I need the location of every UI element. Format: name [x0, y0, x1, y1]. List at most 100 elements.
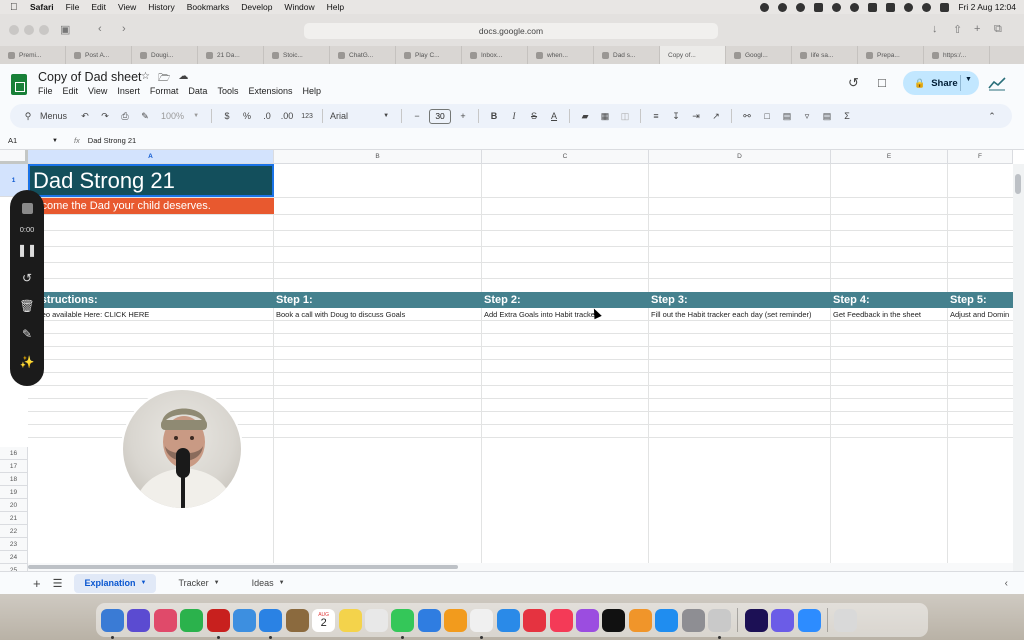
vertical-align-icon[interactable]: ↧	[668, 104, 684, 128]
font-size-increase-icon[interactable]: +	[455, 104, 471, 128]
text-rotation-icon[interactable]: ↗	[708, 104, 724, 128]
insert-link-icon[interactable]: ⚯	[739, 104, 755, 128]
app-store-icon[interactable]	[655, 608, 679, 632]
row-header[interactable]: 19	[0, 486, 28, 499]
pause-icon[interactable]: ❚❚	[10, 236, 44, 264]
books-icon[interactable]	[628, 608, 652, 632]
borders-icon[interactable]: ▦	[597, 104, 613, 128]
address-bar[interactable]: docs.google.com	[304, 23, 718, 39]
sidebar-icon[interactable]: ▣	[60, 23, 70, 36]
row-header[interactable]: 16	[0, 447, 28, 460]
column-header-c[interactable]: C	[482, 150, 649, 164]
messages-icon[interactable]	[391, 608, 415, 639]
safari-icon[interactable]	[259, 608, 283, 639]
menu-bookmarks[interactable]: Bookmarks	[187, 2, 230, 12]
undo-icon[interactable]: ↶	[77, 104, 93, 128]
cell-a2-subtitle[interactable]: Become the Dad your child deserves.	[28, 198, 274, 214]
collapse-toolbar-icon[interactable]: ⌃	[984, 104, 1000, 128]
minimize-window-button[interactable]	[24, 25, 34, 35]
share-page-icon[interactable]: ⇧	[953, 23, 962, 36]
download-icon[interactable]: ↓	[932, 23, 938, 35]
italic-icon[interactable]: I	[506, 104, 522, 128]
browser-tab[interactable]: life sa...	[792, 46, 858, 64]
menu-data[interactable]: Data	[188, 86, 207, 96]
comments-icon[interactable]: □	[878, 75, 886, 90]
search-menus-label[interactable]: Menus	[40, 104, 67, 128]
column-header-f[interactable]: F	[948, 150, 1013, 164]
browser-tab[interactable]: when...	[528, 46, 594, 64]
close-window-button[interactable]	[9, 25, 19, 35]
news-icon[interactable]	[523, 608, 547, 632]
menu-help[interactable]: Help	[327, 2, 344, 12]
spreadsheet-grid[interactable]: A B C D E F 1 16 17 18 19 20 21 22 23 24…	[0, 150, 1024, 571]
share-dropdown-icon[interactable]: ▼	[965, 76, 972, 83]
loom-icon[interactable]	[771, 608, 795, 632]
finder-icon[interactable]	[101, 608, 124, 639]
horizontal-scrollbar[interactable]	[28, 563, 1013, 571]
browser-tab[interactable]: Prepa...	[858, 46, 924, 64]
font-dropdown-icon[interactable]: ▼	[378, 104, 394, 128]
status-play-icon[interactable]	[832, 2, 842, 12]
apple-icon[interactable]: 	[10, 2, 22, 13]
print-icon[interactable]: ⎙	[117, 104, 133, 128]
filter-icon[interactable]: ▿	[799, 104, 815, 128]
vertical-scrollbar[interactable]	[1013, 164, 1024, 571]
calendar-icon[interactable]: AUG 2	[312, 608, 336, 632]
new-tab-icon[interactable]: +	[974, 23, 980, 35]
column-header-a[interactable]: A	[28, 150, 274, 164]
facetime-icon[interactable]	[180, 608, 204, 632]
share-button[interactable]: 🔒 Share ▼	[903, 71, 979, 95]
stop-recording-button[interactable]	[10, 194, 44, 222]
chevron-down-icon[interactable]: ▼	[279, 580, 285, 586]
row-header[interactable]: 21	[0, 512, 28, 525]
decrease-decimal-button[interactable]: .0	[259, 104, 275, 128]
text-wrap-icon[interactable]: ⇥	[688, 104, 704, 128]
strikethrough-icon[interactable]: S	[526, 104, 542, 128]
paint-format-icon[interactable]: ✎	[137, 104, 153, 128]
search-menus-icon[interactable]: ⚲	[20, 104, 36, 128]
whatsapp-icon[interactable]	[707, 608, 731, 639]
account-avatar-icon[interactable]	[988, 75, 1006, 91]
status-grid-icon[interactable]	[814, 2, 824, 12]
chevron-down-icon[interactable]: ▼	[214, 580, 220, 586]
restart-icon[interactable]: ↺	[10, 264, 44, 292]
menu-view[interactable]: View	[88, 86, 107, 96]
menu-insert[interactable]: Insert	[117, 86, 140, 96]
zoom-window-button[interactable]	[39, 25, 49, 35]
premiere-icon[interactable]	[744, 608, 768, 632]
cell-step4-header[interactable]: Step 4:	[833, 292, 946, 308]
system-settings-icon[interactable]	[681, 608, 705, 632]
back-icon[interactable]: ‹	[98, 23, 102, 35]
cell-step2-header[interactable]: Step 2:	[484, 292, 647, 308]
menu-file[interactable]: File	[38, 86, 53, 96]
row-header[interactable]: 25	[0, 564, 28, 571]
browser-tab[interactable]: Inbox...	[462, 46, 528, 64]
cell-instructions-header[interactable]: Instructions:	[31, 292, 271, 308]
horizontal-align-icon[interactable]: ≡	[648, 104, 664, 128]
freeform-icon[interactable]	[364, 608, 388, 632]
row-header[interactable]: 22	[0, 525, 28, 538]
font-select[interactable]: Arial	[330, 104, 374, 128]
zoom-select[interactable]: 100%	[161, 104, 184, 128]
vertical-scroll-thumb[interactable]	[1015, 174, 1021, 194]
status-battery-icon[interactable]	[886, 2, 896, 12]
cell-step5-text[interactable]: Adjust and Domin	[950, 308, 1013, 320]
cell-step1-header[interactable]: Step 1:	[276, 292, 480, 308]
side-panel-toggle-icon[interactable]: ‹	[1005, 578, 1008, 589]
mail-icon[interactable]	[232, 608, 256, 632]
menubar-clock[interactable]: Fri 2 Aug 12:04	[958, 2, 1016, 12]
acrobat-icon[interactable]	[206, 608, 230, 639]
menu-window[interactable]: Window	[284, 2, 314, 12]
formula-input[interactable]: Dad Strong 21	[88, 136, 136, 145]
status-app-icon[interactable]	[760, 2, 770, 12]
version-history-icon[interactable]: ↺	[848, 75, 859, 91]
tv-icon[interactable]	[602, 608, 626, 632]
siri-icon[interactable]	[127, 608, 151, 632]
browser-tab-active[interactable]: Copy of...	[660, 46, 726, 64]
name-box[interactable]: A1	[0, 136, 52, 145]
forward-icon[interactable]: ›	[122, 23, 126, 35]
chrome-icon[interactable]	[470, 608, 494, 639]
cell-step3-text[interactable]: Fill out the Habit tracker each day (set…	[651, 308, 829, 320]
pages-icon[interactable]	[444, 608, 468, 632]
menu-edit[interactable]: Edit	[91, 2, 106, 12]
